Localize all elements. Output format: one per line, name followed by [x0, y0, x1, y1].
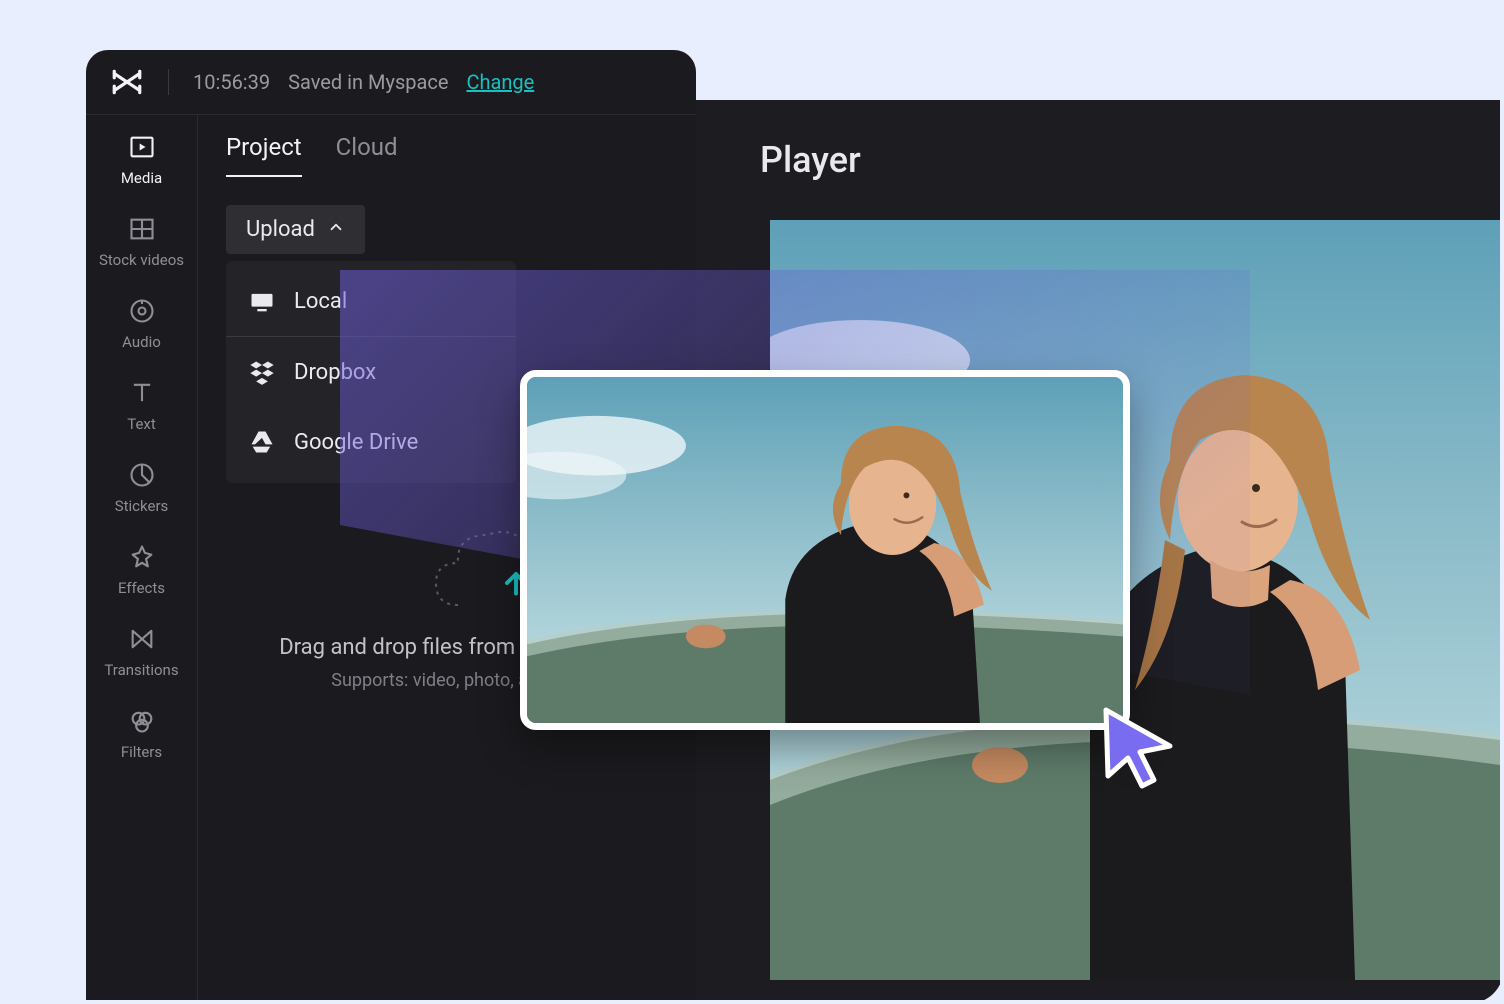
sidebar-item-stock-videos[interactable]: Stock videos: [86, 215, 197, 269]
topbar-divider: [168, 69, 169, 95]
page-background: Player: [0, 0, 1504, 1004]
menu-item-label: Local: [294, 289, 347, 314]
sidebar-item-label: Transitions: [104, 661, 178, 679]
save-time: 10:56:39: [193, 70, 270, 94]
sidebar-item-label: Stock videos: [99, 251, 184, 269]
menu-item-google-drive[interactable]: Google Drive: [226, 407, 516, 477]
sidebar-item-text[interactable]: Text: [86, 379, 197, 433]
dropbox-icon: [248, 358, 276, 386]
sidebar-item-label: Audio: [122, 333, 161, 351]
sidebar-item-stickers[interactable]: Stickers: [86, 461, 197, 515]
menu-item-dropbox[interactable]: Dropbox: [226, 337, 516, 407]
sidebar-item-transitions[interactable]: Transitions: [86, 625, 197, 679]
sidebar-item-label: Effects: [118, 579, 165, 597]
tab-project[interactable]: Project: [226, 133, 302, 177]
player-title: Player: [760, 139, 861, 181]
sidebar-item-audio[interactable]: Audio: [86, 297, 197, 351]
sidebar: Media Stock videos Audio Text Stickers: [86, 115, 198, 1000]
chevron-up-icon: [327, 217, 345, 242]
topbar: 10:56:39 Saved in Myspace Change: [86, 50, 696, 114]
sidebar-item-effects[interactable]: Effects: [86, 543, 197, 597]
sidebar-item-label: Media: [121, 169, 162, 187]
panel-tabs: Project Cloud: [226, 133, 668, 177]
upload-button[interactable]: Upload: [226, 205, 365, 254]
sidebar-item-label: Filters: [121, 743, 162, 761]
menu-item-label: Dropbox: [294, 360, 376, 385]
sidebar-item-media[interactable]: Media: [86, 133, 197, 187]
change-link[interactable]: Change: [466, 70, 534, 94]
monitor-icon: [248, 288, 276, 316]
sidebar-item-filters[interactable]: Filters: [86, 707, 197, 761]
google-drive-icon: [248, 428, 276, 456]
tab-cloud[interactable]: Cloud: [336, 133, 398, 177]
sidebar-item-label: Stickers: [115, 497, 169, 515]
upload-button-label: Upload: [246, 217, 315, 242]
menu-item-local[interactable]: Local: [226, 267, 516, 337]
upload-menu: Local Dropbox Google Drive: [226, 261, 516, 483]
app-logo-icon: [110, 65, 144, 99]
saved-status: Saved in Myspace: [288, 70, 448, 94]
menu-item-label: Google Drive: [294, 430, 418, 455]
cursor-icon: [1094, 702, 1182, 790]
dragged-media-thumbnail[interactable]: [520, 370, 1130, 730]
sidebar-item-label: Text: [127, 415, 156, 433]
